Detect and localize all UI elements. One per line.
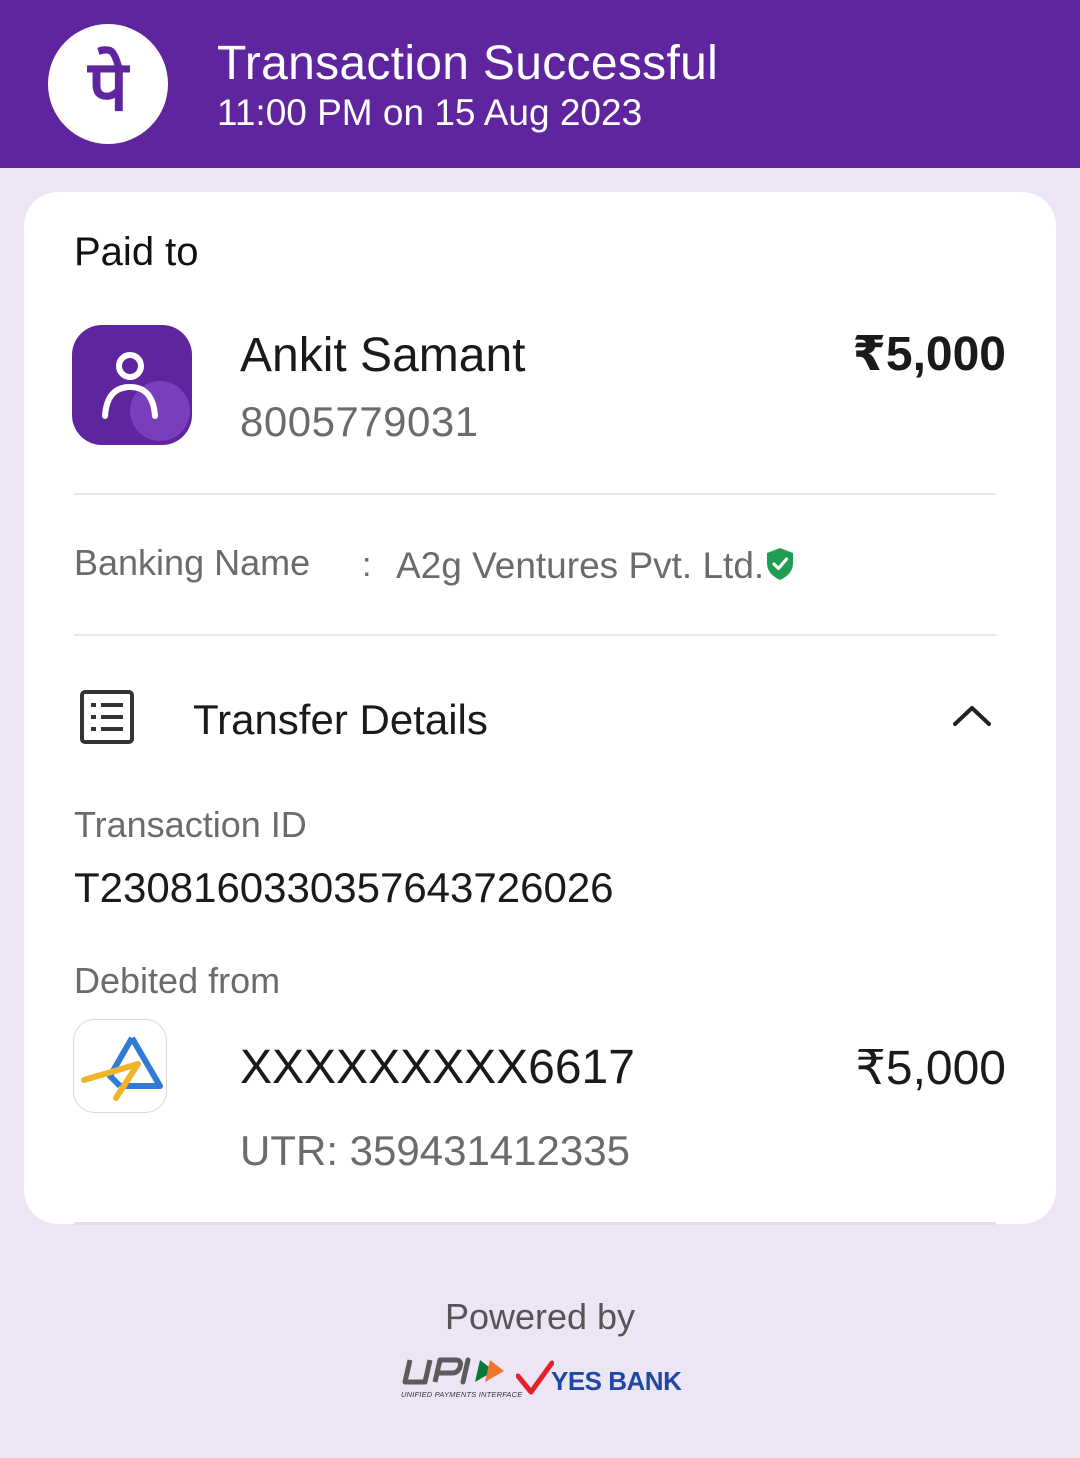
payee-name: Ankit Samant (240, 329, 526, 382)
paid-amount: ₹5,000 (852, 328, 1006, 381)
list-icon (80, 690, 134, 744)
debited-from-label: Debited from (74, 960, 281, 1001)
upi-caption: UNIFIED PAYMENTS INTERFACE (401, 1390, 523, 1399)
debited-account-number: XXXXXXXXX6617 (240, 1041, 635, 1094)
transaction-datetime: 11:00 PM on 15 Aug 2023 (217, 92, 643, 133)
transaction-id-label: Transaction ID (74, 804, 307, 845)
transaction-id-value: T2308160330357643726026 (74, 864, 614, 911)
transfer-details-title: Transfer Details (193, 696, 488, 743)
shield-check-icon (767, 548, 793, 580)
transaction-header: पे Transaction Successful 11:00 PM on 15… (0, 0, 1080, 168)
user-icon (72, 325, 192, 445)
divider (74, 493, 996, 495)
chevron-up-icon[interactable] (950, 700, 994, 730)
banking-name-label: Banking Name (74, 542, 311, 583)
banking-name-separator: : (362, 546, 372, 584)
banking-name-value: A2g Ventures Pvt. Ltd. (396, 545, 765, 586)
brand-glyph: पे (86, 45, 130, 127)
yes-bank-check-icon (516, 1360, 554, 1395)
yes-bank-logo-text: YES BANK (551, 1366, 682, 1396)
sbi-logo-icon (73, 1019, 167, 1113)
debited-amount: ₹5,000 (855, 1042, 1006, 1095)
footer-divider (74, 1222, 996, 1225)
powered-by-label: Powered by (444, 1296, 636, 1337)
transaction-card: Paid to Ankit Samant 8005779031 ₹5,000 B… (24, 192, 1056, 1224)
phonepe-logo: पे (48, 24, 168, 144)
paid-to-label: Paid to (74, 230, 199, 274)
utr-number: UTR: 359431412335 (240, 1127, 630, 1174)
divider (74, 634, 996, 636)
status-title: Transaction Successful (217, 37, 719, 90)
upi-logo-icon (402, 1357, 504, 1385)
payee-phone: 8005779031 (240, 398, 479, 445)
